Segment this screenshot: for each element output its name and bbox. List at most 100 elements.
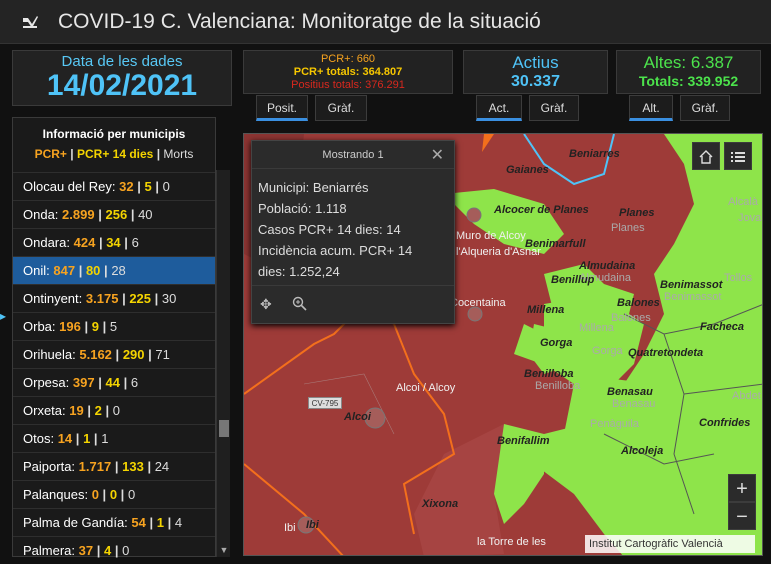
list-icon bbox=[731, 152, 745, 162]
tab-alt-graf[interactable]: Gràf. bbox=[680, 95, 730, 121]
move-icon[interactable]: ✥ bbox=[260, 296, 272, 313]
popup-line-poblacio: Població: 1.118 bbox=[258, 201, 347, 216]
actius-value: 30.337 bbox=[511, 73, 560, 90]
map-label-alcoi: Alcoi bbox=[344, 411, 371, 423]
map-label-benimassot-town: Benimassot bbox=[664, 291, 722, 303]
close-icon[interactable]: ✕ bbox=[431, 145, 444, 165]
morts-value: 5 bbox=[109, 319, 118, 334]
pcr14-value: 1 bbox=[156, 515, 165, 530]
municipi-name: Palmera: bbox=[23, 543, 76, 558]
pcr-value: 3.175 bbox=[85, 291, 119, 306]
actius-panel: Actius 30.337 bbox=[463, 50, 608, 94]
list-item[interactable]: Palma de Gandía: 54 | 1 | 4 bbox=[13, 508, 215, 536]
map-label-benasau: Benasau bbox=[607, 386, 653, 398]
pcr-value: 14 bbox=[57, 431, 73, 446]
pcr-value: 19 bbox=[69, 403, 84, 418]
list-scrollbar[interactable]: ▼ bbox=[216, 170, 230, 557]
tab-posit[interactable]: Posit. bbox=[256, 95, 308, 121]
popup-body: Municipi: Beniarrés Població: 1.118 Caso… bbox=[252, 169, 454, 290]
map-label-jova: Jova bbox=[738, 212, 762, 224]
municipi-name: Orba: bbox=[23, 319, 56, 334]
pcr-value: 397 bbox=[72, 375, 95, 390]
layer-list-button[interactable] bbox=[724, 142, 752, 170]
morts-value: 24 bbox=[154, 459, 170, 474]
logo-icon bbox=[23, 16, 38, 28]
list-item[interactable]: Palanques: 0 | 0 | 0 bbox=[13, 480, 215, 508]
popup-line-municipi: Municipi: Beniarrés bbox=[258, 180, 369, 195]
municipi-name: Palanques: bbox=[23, 487, 89, 502]
value-separator: | bbox=[137, 179, 141, 194]
zoom-to-icon[interactable] bbox=[292, 296, 308, 315]
pcr-panel: PCR+: 660 PCR+ totals: 364.807 Positius … bbox=[243, 50, 453, 94]
scroll-down-icon[interactable]: ▼ bbox=[219, 545, 229, 555]
value-separator: | bbox=[98, 235, 103, 250]
zoom-out-button[interactable]: − bbox=[728, 502, 756, 530]
municipis-panel: Informació per municipis PCR+ | PCR+ 14 … bbox=[12, 117, 216, 558]
list-item[interactable]: Ondara: 424 | 34 | 6 bbox=[13, 228, 215, 256]
pcr14-value: 44 bbox=[105, 375, 120, 390]
list-item[interactable]: Onil: 847 | 80 | 28 bbox=[13, 256, 215, 284]
map-label-benimarfull: Benimarfull bbox=[525, 238, 586, 250]
map-label-xixona: Xixona bbox=[422, 498, 459, 510]
pcr-value: 37 bbox=[78, 543, 94, 558]
list-item[interactable]: Onda: 2.899 | 256 | 40 bbox=[13, 200, 215, 228]
morts-value: 6 bbox=[131, 235, 139, 250]
legend-pcr14: PCR+ 14 dies bbox=[76, 147, 154, 161]
tab-pcr-graf[interactable]: Gràf. bbox=[315, 95, 367, 121]
pcr-value: 847 bbox=[53, 263, 76, 278]
municipi-name: Olocau del Rey: bbox=[23, 179, 116, 194]
list-item[interactable]: Otos: 14 | 1 | 1 bbox=[13, 424, 215, 452]
list-item[interactable]: Palmera: 37 | 4 | 0 bbox=[13, 536, 215, 564]
map-label-gaianes: Gaianes bbox=[506, 164, 549, 176]
info-popup: Mostrando 1 ✕ Municipi: Beniarrés Poblac… bbox=[251, 140, 455, 324]
list-item[interactable]: Orba: 196 | 9 | 5 bbox=[13, 312, 215, 340]
map-label-gorga-town: Gorga bbox=[592, 345, 623, 357]
morts-value: 0 bbox=[162, 179, 170, 194]
zoom-in-button[interactable]: + bbox=[728, 474, 756, 502]
home-button[interactable] bbox=[692, 142, 720, 170]
morts-value: 28 bbox=[111, 263, 126, 278]
value-separator: | bbox=[124, 235, 128, 250]
map-label-balones: Balones bbox=[617, 297, 660, 309]
value-separator: | bbox=[114, 459, 119, 474]
tab-act-graf[interactable]: Gràf. bbox=[529, 95, 579, 121]
value-separator: | bbox=[84, 319, 89, 334]
municipis-header: Informació per municipis PCR+ | PCR+ 14 … bbox=[13, 118, 215, 172]
pcr-value: 1.717 bbox=[78, 459, 112, 474]
list-item[interactable]: Orpesa: 397 | 44 | 6 bbox=[13, 368, 215, 396]
pcr-total: PCR+ totals: 364.807 bbox=[293, 66, 403, 78]
list-item[interactable]: Paiporta: 1.717 | 133 | 24 bbox=[13, 452, 215, 480]
map-label-alcocer: Alcocer de Planes bbox=[494, 204, 589, 216]
map-label-tollos: Tollos bbox=[724, 272, 753, 284]
map-label-penaguila: Penàguila bbox=[590, 418, 639, 430]
value-separator: | bbox=[122, 291, 126, 306]
altes-panel: Altes: 6.387 Totals: 339.952 bbox=[616, 50, 761, 94]
list-item[interactable]: Orxeta: 19 | 2 | 0 bbox=[13, 396, 215, 424]
value-separator: | bbox=[98, 207, 102, 222]
municipi-name: Onil: bbox=[23, 263, 50, 278]
altes-label: Altes: 6.387 bbox=[643, 53, 734, 72]
map-label-beniarres: Beniarres bbox=[569, 148, 620, 160]
actius-label: Actius bbox=[512, 53, 559, 72]
tab-alt[interactable]: Alt. bbox=[629, 95, 673, 121]
pcr14-value: 290 bbox=[122, 347, 145, 362]
pcr-value: 196 bbox=[59, 319, 81, 334]
value-separator: | bbox=[130, 207, 135, 222]
list-item[interactable]: Ontinyent: 3.175 | 225 | 30 bbox=[13, 284, 215, 312]
map-label-planes: Planes bbox=[619, 207, 655, 219]
map-attribution: Institut Cartogràfic Valencià bbox=[585, 535, 755, 553]
map-label-cocentaina: Cocentaina bbox=[450, 297, 506, 309]
side-expand-icon[interactable]: ▸ bbox=[0, 309, 9, 329]
list-item[interactable]: Olocau del Rey: 32 | 5 | 0 bbox=[13, 172, 215, 200]
map-label-abdet: Abdet bbox=[732, 390, 761, 402]
pcr-daily: PCR+: 660 bbox=[320, 53, 376, 65]
tab-act[interactable]: Act. bbox=[476, 95, 522, 121]
value-separator: | bbox=[120, 487, 125, 502]
app-title: COVID-19 C. Valenciana: Monitoratge de l… bbox=[58, 10, 541, 33]
list-item[interactable]: Orihuela: 5.162 | 290 | 71 bbox=[13, 340, 215, 368]
scrollbar-thumb[interactable] bbox=[219, 420, 229, 437]
pcr14-value: 34 bbox=[106, 235, 121, 250]
value-separator: | bbox=[96, 543, 101, 558]
map-label-ibi-dot: Ibi bbox=[306, 519, 319, 531]
value-separator: | bbox=[154, 291, 159, 306]
